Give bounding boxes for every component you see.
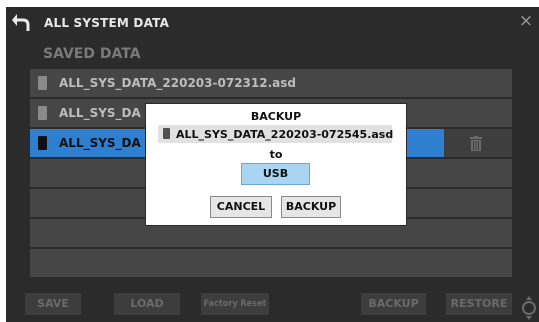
file-icon: [38, 106, 47, 120]
restore-button[interactable]: RESTORE: [446, 293, 512, 315]
file-icon: [38, 76, 47, 90]
close-button[interactable]: ×: [517, 11, 535, 31]
back-arrow-icon: [12, 14, 30, 31]
page-title: ALL SYSTEM DATA: [44, 16, 170, 30]
scroll-knob-icon: [522, 296, 536, 320]
backup-dialog: BACKUP ALL_SYS_DATA_220203-072545.asd to…: [145, 103, 407, 226]
dialog-file-name: ALL_SYS_DATA_220203-072545.asd: [176, 128, 394, 141]
back-button[interactable]: [11, 10, 33, 34]
file-name: ALL_SYS_DATA_220203-072312.asd: [59, 76, 296, 90]
file-name: ALL_SYS_DA: [59, 106, 141, 120]
scroll-handle[interactable]: [520, 296, 538, 320]
backup-button[interactable]: BACKUP: [361, 293, 426, 315]
list-item[interactable]: ALL_SYS_DATA_220203-072312.asd: [30, 69, 512, 97]
list-item-empty[interactable]: [30, 249, 512, 277]
file-name: ALL_SYS_DA: [59, 136, 141, 150]
load-button[interactable]: LOAD: [114, 293, 180, 315]
trash-icon: [470, 136, 482, 151]
dialog-title: BACKUP: [250, 110, 302, 123]
dialog-to-label: to: [269, 148, 283, 161]
cancel-button[interactable]: CANCEL: [210, 196, 272, 218]
file-icon: [38, 136, 47, 150]
confirm-backup-button[interactable]: BACKUP: [281, 196, 341, 218]
delete-button[interactable]: [444, 129, 512, 157]
header: ALL SYSTEM DATA ×: [6, 7, 539, 37]
close-icon: ×: [518, 11, 534, 31]
factory-reset-button[interactable]: Factory Reset: [201, 293, 269, 315]
dialog-file: ALL_SYS_DATA_220203-072545.asd: [158, 125, 394, 143]
section-title: SAVED DATA: [43, 46, 141, 62]
save-button[interactable]: SAVE: [25, 293, 81, 315]
file-icon: [163, 128, 170, 139]
usb-destination-button[interactable]: USB: [241, 163, 310, 185]
